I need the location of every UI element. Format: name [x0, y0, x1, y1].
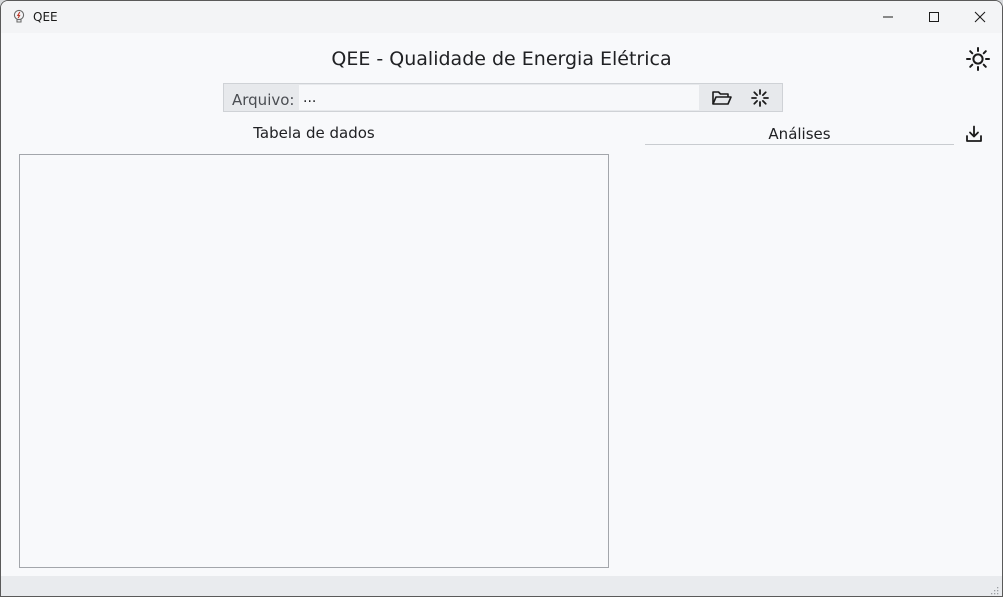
- loading-spinner-icon: [751, 89, 769, 107]
- file-selector: Arquivo:: [223, 83, 783, 112]
- download-icon: [966, 125, 982, 142]
- status-bar: [1, 576, 1002, 596]
- data-table-title: Tabela de dados: [253, 124, 375, 142]
- data-table[interactable]: [19, 154, 609, 568]
- maximize-icon: [929, 12, 939, 22]
- maximize-button[interactable]: [911, 1, 957, 33]
- theme-toggle-button[interactable]: [964, 45, 992, 73]
- close-button[interactable]: [957, 1, 1002, 33]
- analysis-title: Análises: [768, 125, 831, 143]
- file-label: Arquivo:: [232, 91, 295, 109]
- title-bar[interactable]: QEE: [1, 1, 1002, 33]
- download-button[interactable]: [962, 122, 986, 146]
- close-icon: [974, 11, 986, 23]
- analysis-divider: [645, 144, 954, 145]
- minimize-icon: [883, 16, 893, 18]
- resize-grip-icon[interactable]: [989, 585, 999, 595]
- app-window: QEE QEE - Qualidade de Energia Elétrica: [0, 0, 1003, 597]
- page-title: QEE - Qualidade de Energia Elétrica: [331, 48, 672, 70]
- open-file-button[interactable]: [707, 86, 737, 110]
- sun-icon: [966, 47, 990, 71]
- minimize-button[interactable]: [865, 1, 911, 33]
- folder-open-icon: [712, 91, 732, 105]
- window-title: QEE: [33, 10, 58, 24]
- file-path-input[interactable]: [299, 85, 699, 110]
- load-button[interactable]: [745, 86, 775, 110]
- app-logo-icon: [13, 9, 25, 23]
